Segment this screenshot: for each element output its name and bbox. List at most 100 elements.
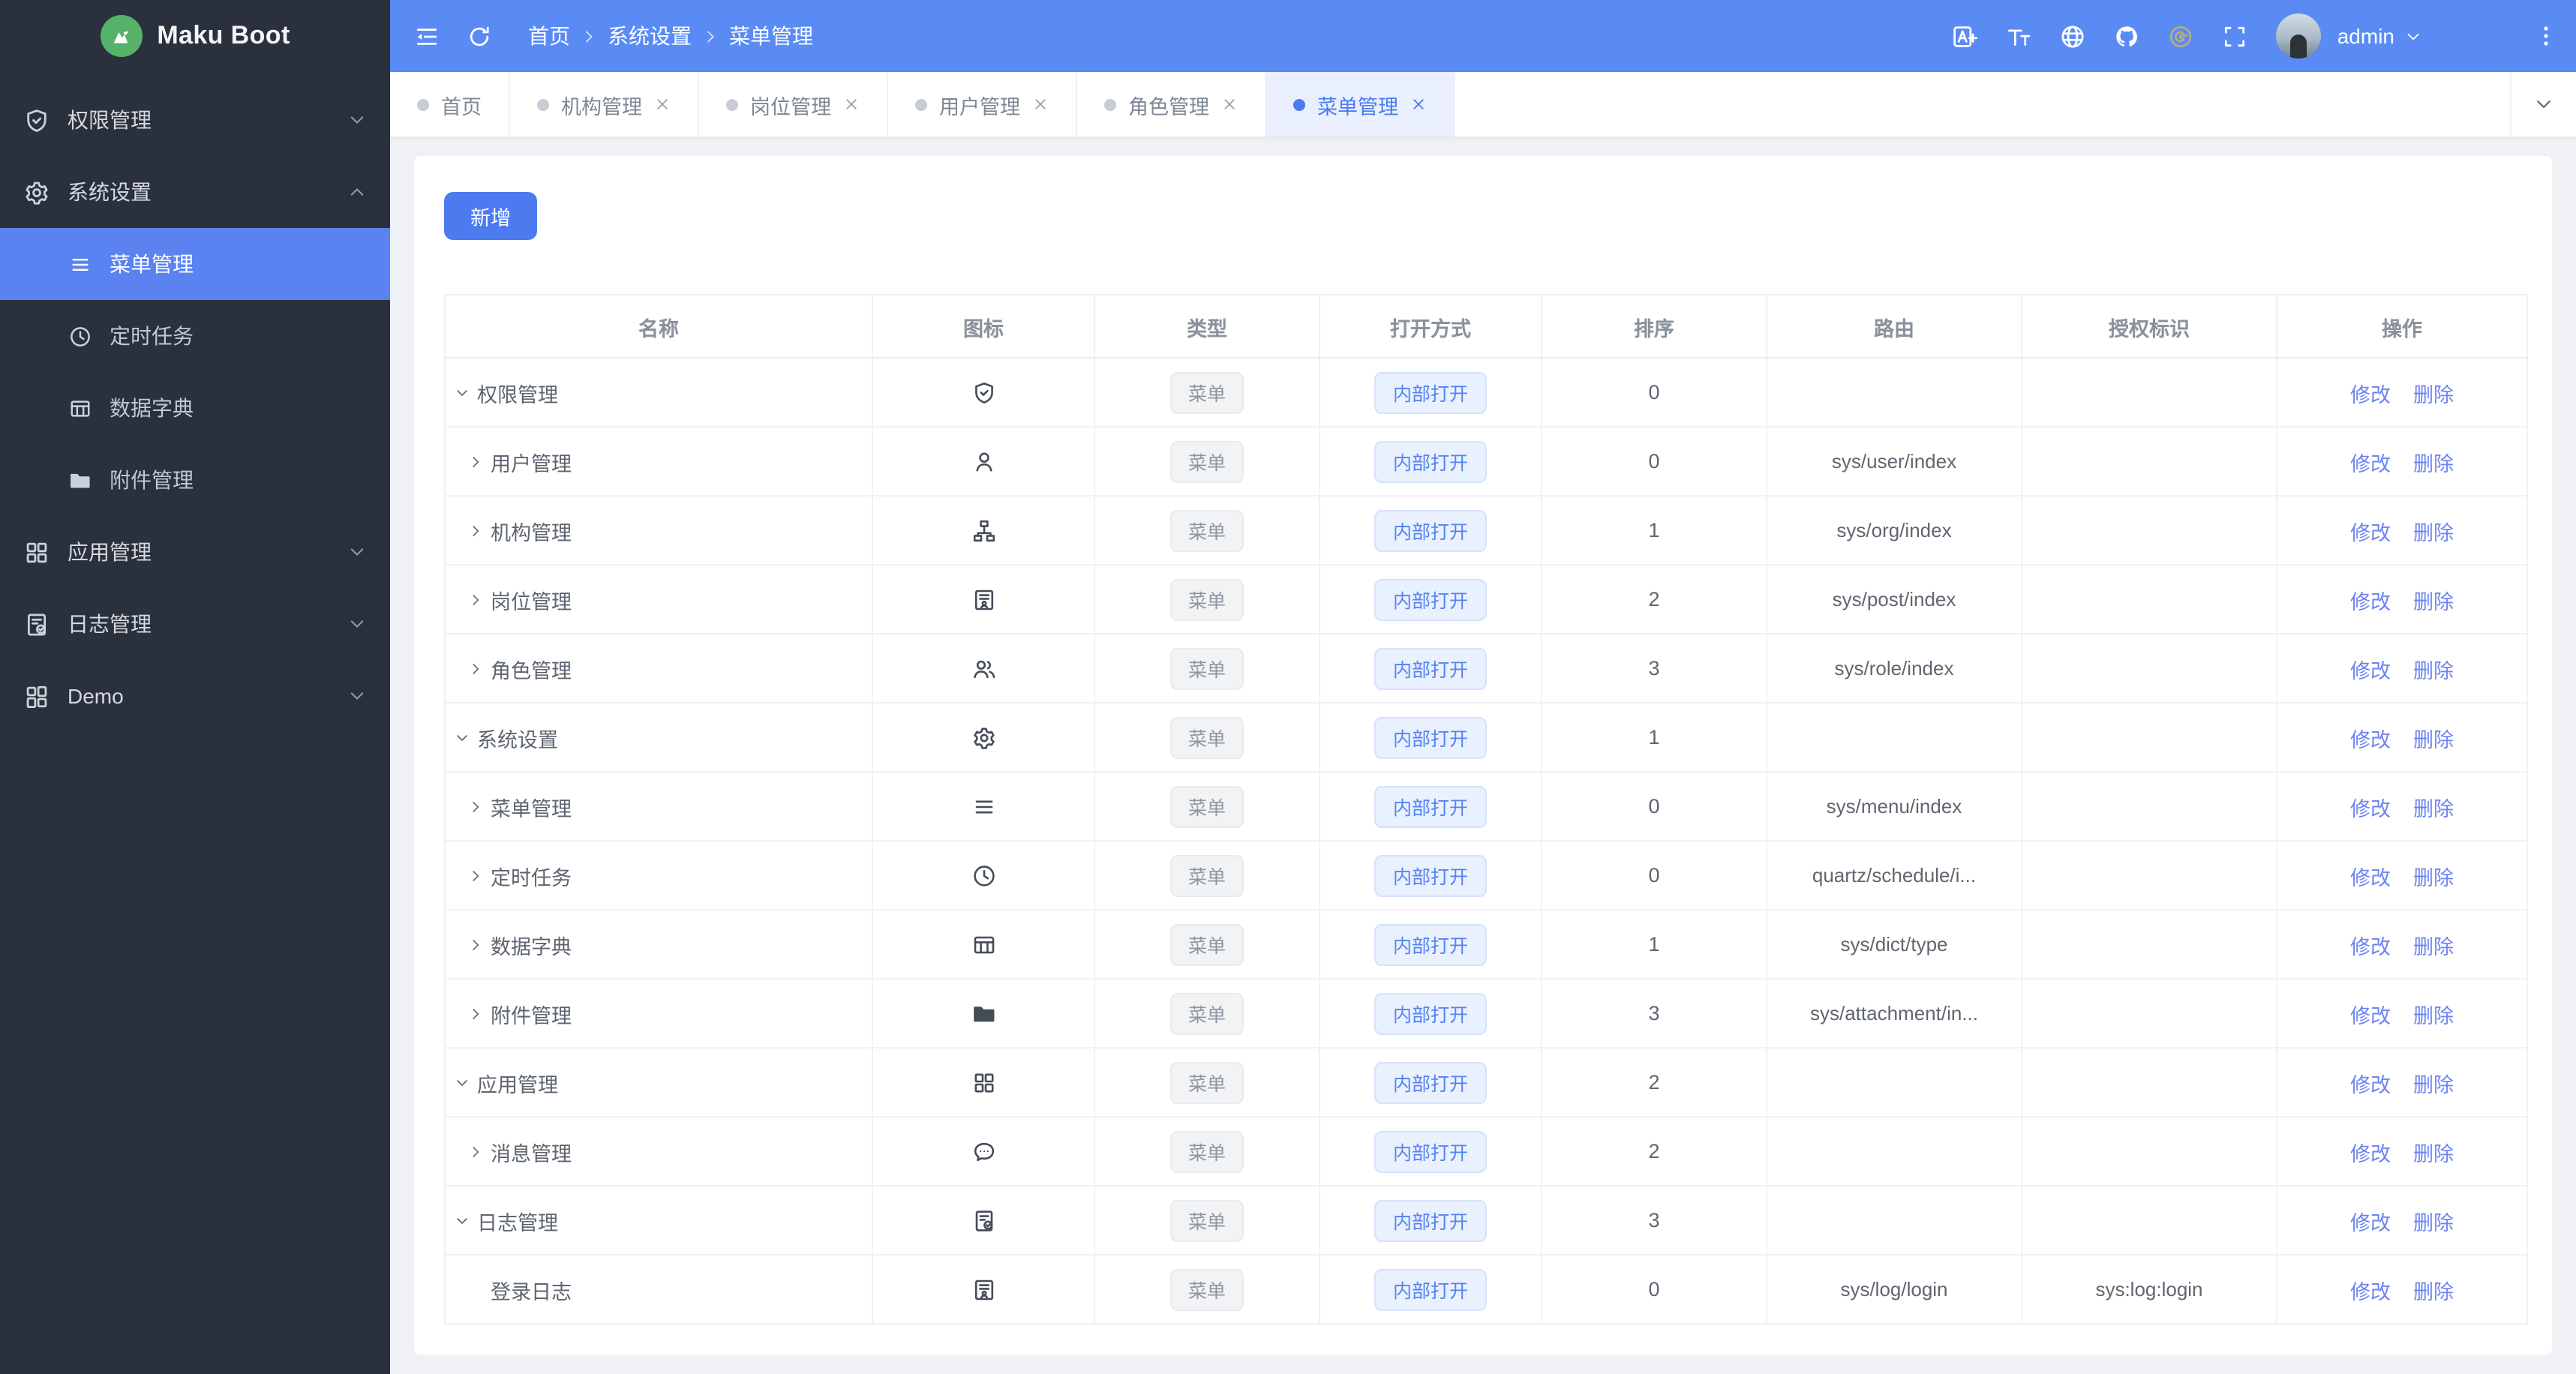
github-icon[interactable] bbox=[2114, 23, 2139, 49]
chevron-right-icon[interactable] bbox=[468, 661, 483, 676]
fullscreen-icon[interactable] bbox=[2222, 23, 2247, 49]
open-mode-badge: 内部打开 bbox=[1374, 1061, 1486, 1103]
chevron-down-icon[interactable] bbox=[455, 1075, 470, 1090]
edit-link[interactable]: 修改 bbox=[2350, 1142, 2391, 1165]
tab-dot-icon bbox=[1104, 98, 1116, 110]
delete-link[interactable]: 删除 bbox=[2413, 383, 2454, 406]
chevron-right-icon[interactable] bbox=[468, 454, 483, 469]
actions-cell: 修改 删除 bbox=[2277, 979, 2528, 1048]
sidebar-item-附件管理[interactable]: 附件管理 bbox=[0, 444, 390, 516]
open-cell: 内部打开 bbox=[1320, 703, 1542, 772]
column-header: 图标 bbox=[872, 295, 1095, 358]
open-cell: 内部打开 bbox=[1320, 1048, 1542, 1118]
close-icon[interactable] bbox=[1410, 96, 1427, 112]
username[interactable]: admin bbox=[2337, 24, 2394, 48]
org-tree-icon bbox=[971, 518, 995, 542]
chevron-right-icon[interactable] bbox=[468, 799, 483, 814]
tab-用户管理[interactable]: 用户管理 bbox=[888, 72, 1077, 136]
delete-link[interactable]: 删除 bbox=[2413, 866, 2454, 889]
delete-link[interactable]: 删除 bbox=[2413, 797, 2454, 820]
collapse-sidebar-icon[interactable] bbox=[414, 23, 440, 49]
open-cell: 内部打开 bbox=[1320, 772, 1542, 842]
close-icon[interactable] bbox=[1032, 96, 1049, 112]
icon-cell bbox=[872, 703, 1095, 772]
edit-link[interactable]: 修改 bbox=[2350, 1004, 2391, 1027]
globe-icon[interactable] bbox=[2060, 23, 2085, 49]
sidebar-item-定时任务[interactable]: 定时任务 bbox=[0, 300, 390, 372]
type-cell: 菜单 bbox=[1094, 358, 1320, 428]
avatar[interactable] bbox=[2275, 14, 2321, 58]
actions-cell: 修改 删除 bbox=[2277, 772, 2528, 842]
sidebar-item-应用管理[interactable]: 应用管理 bbox=[0, 516, 390, 588]
delete-link[interactable]: 删除 bbox=[2413, 590, 2454, 613]
chevron-down-icon[interactable] bbox=[2405, 28, 2421, 44]
edit-link[interactable]: 修改 bbox=[2350, 452, 2391, 475]
route-cell bbox=[1767, 703, 2022, 772]
tab-list-dropdown[interactable] bbox=[2510, 72, 2576, 136]
edit-link[interactable]: 修改 bbox=[2350, 521, 2391, 544]
kebab-menu-icon[interactable] bbox=[2534, 24, 2558, 48]
sidebar-item-菜单管理[interactable]: 菜单管理 bbox=[0, 228, 390, 300]
sidebar-item-日志管理[interactable]: 日志管理 bbox=[0, 588, 390, 660]
close-icon[interactable] bbox=[654, 96, 671, 112]
edit-link[interactable]: 修改 bbox=[2350, 935, 2391, 958]
gitee-icon[interactable] bbox=[2168, 23, 2193, 49]
table-row: 权限管理 菜单 内部打开 0 修改 删除 bbox=[445, 358, 2528, 428]
chevron-right-icon[interactable] bbox=[468, 523, 483, 538]
chevron-right-icon[interactable] bbox=[468, 1006, 483, 1021]
delete-link[interactable]: 删除 bbox=[2413, 659, 2454, 682]
chevron-right-icon[interactable] bbox=[468, 1144, 483, 1159]
edit-link[interactable]: 修改 bbox=[2350, 797, 2391, 820]
close-icon[interactable] bbox=[1221, 96, 1238, 112]
header-right: admin bbox=[1952, 14, 2558, 58]
delete-link[interactable]: 删除 bbox=[2413, 452, 2454, 475]
delete-link[interactable]: 删除 bbox=[2413, 521, 2454, 544]
tab-机构管理[interactable]: 机构管理 bbox=[510, 72, 699, 136]
edit-link[interactable]: 修改 bbox=[2350, 866, 2391, 889]
icon-cell bbox=[872, 1048, 1095, 1118]
edit-link[interactable]: 修改 bbox=[2350, 590, 2391, 613]
sort-cell: 1 bbox=[1542, 496, 1767, 566]
edit-link[interactable]: 修改 bbox=[2350, 1211, 2391, 1234]
name-cell: 定时任务 bbox=[445, 841, 873, 910]
chevron-down-icon[interactable] bbox=[455, 1213, 470, 1228]
edit-link[interactable]: 修改 bbox=[2350, 728, 2391, 751]
sidebar-item-label: 数据字典 bbox=[110, 396, 194, 420]
table-row: 登录日志 菜单 内部打开 0 sys/log/login sys:log:login 修改删… bbox=[445, 1255, 2528, 1324]
icon-cell bbox=[872, 1255, 1095, 1324]
actions-cell: 修改 删除 bbox=[2277, 1117, 2528, 1186]
tab-菜单管理[interactable]: 菜单管理 bbox=[1266, 72, 1455, 136]
delete-link[interactable]: 删除 bbox=[2413, 1211, 2454, 1234]
tab-角色管理[interactable]: 角色管理 bbox=[1077, 72, 1266, 136]
delete-link[interactable]: 删除 bbox=[2413, 1280, 2454, 1303]
chevron-right-icon[interactable] bbox=[468, 937, 483, 952]
translate-icon[interactable] bbox=[1952, 23, 1977, 49]
font-size-icon[interactable] bbox=[2006, 23, 2031, 49]
edit-link[interactable]: 修改 bbox=[2350, 1073, 2391, 1096]
sidebar-item-权限管理[interactable]: 权限管理 bbox=[0, 84, 390, 156]
close-icon[interactable] bbox=[843, 96, 860, 112]
delete-link[interactable]: 删除 bbox=[2413, 728, 2454, 751]
delete-link[interactable]: 删除 bbox=[2413, 935, 2454, 958]
chevron-down-icon[interactable] bbox=[455, 385, 470, 400]
edit-link[interactable]: 修改 bbox=[2350, 659, 2391, 682]
breadcrumb-item[interactable]: 菜单管理 bbox=[729, 21, 813, 51]
chevron-right-icon[interactable] bbox=[468, 592, 483, 607]
add-button[interactable]: 新增 bbox=[444, 192, 537, 240]
chevron-down-icon[interactable] bbox=[455, 730, 470, 745]
delete-link[interactable]: 删除 bbox=[2413, 1004, 2454, 1027]
tab-首页[interactable]: 首页 bbox=[390, 72, 510, 136]
breadcrumb-item[interactable]: 首页 bbox=[528, 21, 570, 51]
sidebar-item-数据字典[interactable]: 数据字典 bbox=[0, 372, 390, 444]
refresh-icon[interactable] bbox=[467, 23, 492, 49]
delete-link[interactable]: 删除 bbox=[2413, 1073, 2454, 1096]
sidebar-item-Demo[interactable]: Demo bbox=[0, 660, 390, 732]
breadcrumb-item[interactable]: 系统设置 bbox=[608, 21, 692, 51]
delete-link[interactable]: 删除 bbox=[2413, 1142, 2454, 1165]
edit-link[interactable]: 修改 bbox=[2350, 1280, 2391, 1303]
edit-link[interactable]: 修改 bbox=[2350, 383, 2391, 406]
chevron-right-icon[interactable] bbox=[468, 868, 483, 883]
route-cell: quartz/schedule/i... bbox=[1767, 841, 2022, 910]
tab-岗位管理[interactable]: 岗位管理 bbox=[699, 72, 888, 136]
sidebar-item-系统设置[interactable]: 系统设置 bbox=[0, 156, 390, 228]
